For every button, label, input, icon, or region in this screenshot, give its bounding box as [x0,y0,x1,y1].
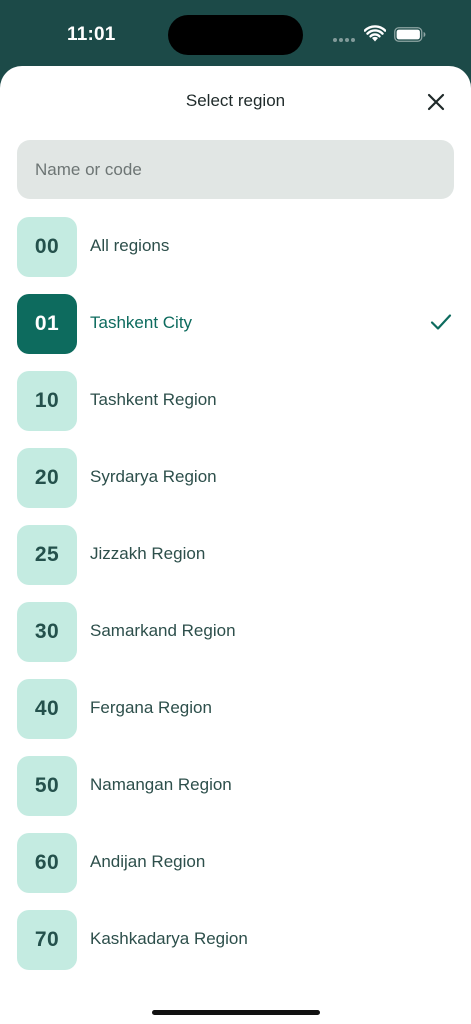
region-row-70[interactable]: 70 Kashkadarya Region [0,910,471,987]
close-button[interactable] [420,86,452,118]
region-name: Tashkent Region [90,390,217,409]
region-code-badge: 60 [17,833,77,893]
region-name: Kashkadarya Region [90,929,248,948]
region-row-10[interactable]: 10 Tashkent Region [0,371,471,448]
region-name: Andijan Region [90,852,206,871]
region-code-badge: 20 [17,448,77,508]
sheet-title: Select region [185,91,286,110]
close-icon [427,93,445,111]
dynamic-island [168,15,303,55]
region-code-badge: 00 [17,217,77,277]
region-name: Tashkent City [90,313,193,332]
region-code-badge: 40 [17,679,77,739]
home-indicator [152,1010,320,1015]
region-list: 00 All regions 01 Tashkent City 10 Tashkent R… [0,217,471,987]
status-bar: 11:01 [0,0,471,66]
region-name: Syrdarya Region [90,467,217,486]
status-time: 11:01 [67,24,116,45]
region-name: All regions [90,236,170,255]
region-code-badge: 70 [17,910,77,970]
search-input[interactable] [17,140,454,199]
region-row-01[interactable]: 01 Tashkent City [0,294,471,371]
wifi-icon [364,25,386,42]
region-code-badge: 10 [17,371,77,431]
region-row-60[interactable]: 60 Andijan Region [0,833,471,910]
region-name: Fergana Region [90,698,212,717]
region-row-50[interactable]: 50 Namangan Region [0,756,471,833]
region-row-40[interactable]: 40 Fergana Region [0,679,471,756]
region-row-30[interactable]: 30 Samarkand Region [0,602,471,679]
region-code-badge: 01 [17,294,77,354]
region-row-00[interactable]: 00 All regions [0,217,471,294]
region-name: Jizzakh Region [90,544,206,563]
region-picker-sheet: Select region 00 All regions 01 Tashkent Ci… [0,66,471,1024]
region-code-badge: 50 [17,756,77,816]
battery-icon [394,27,426,42]
region-name: Samarkand Region [90,621,236,640]
region-name: Namangan Region [90,775,232,794]
search-field [17,140,454,199]
region-code-badge: 30 [17,602,77,662]
cellular-signal-icon [333,38,357,42]
region-code-badge: 25 [17,525,77,585]
checkmark-icon [430,314,452,330]
region-row-25[interactable]: 25 Jizzakh Region [0,525,471,602]
region-row-20[interactable]: 20 Syrdarya Region [0,448,471,525]
